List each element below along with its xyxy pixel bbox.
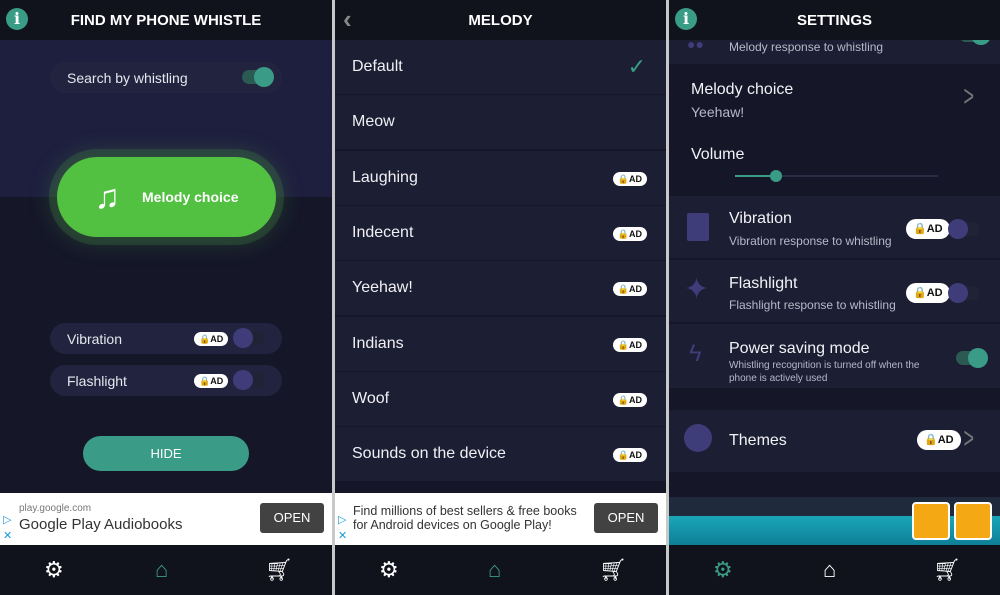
melody-label: Laughing — [352, 168, 418, 186]
melody-label: Sounds on the device — [352, 445, 506, 463]
melody-label: Meow — [352, 113, 395, 131]
page-title: SETTINGS — [796, 11, 872, 29]
vibration-toggle[interactable] — [948, 219, 980, 239]
home-icon[interactable]: ⌂ — [823, 557, 836, 583]
melody-item[interactable]: Default ✓ — [335, 40, 666, 94]
music-note-icon: ♫ — [94, 177, 121, 216]
sparkle-icon: ✦ — [684, 273, 710, 306]
melody-label: Indians — [352, 334, 404, 352]
flashlight-toggle[interactable] — [948, 283, 980, 303]
ad-open-button[interactable]: OPEN — [594, 503, 658, 533]
settings-icon[interactable]: ⚙ — [713, 557, 733, 583]
ad-banner[interactable]: play.google.com Google Play Audiobooks ▷… — [0, 493, 332, 545]
ad-badge: 🔒AD — [906, 283, 950, 303]
ad-badge: 🔒AD — [612, 392, 647, 407]
vibration-row: Vibration Vibration response to whistling… — [669, 196, 1000, 258]
settings-icon[interactable]: ⚙ — [44, 557, 64, 583]
ad-badge: 🔒AD — [194, 374, 229, 388]
flashlight-row: ✦ Flashlight Flashlight response to whist… — [669, 260, 1000, 322]
bottom-nav: ⚙ ⌂ 🛒︎ — [0, 545, 332, 595]
check-icon: ✓ — [627, 54, 646, 79]
vibration-row: Vibration 🔒AD — [50, 323, 282, 354]
chevron-right-icon: > — [963, 422, 975, 455]
melody-label: Default — [352, 58, 403, 75]
home-screen: i FIND MY PHONE WHISTLE Search by whistli… — [0, 0, 332, 595]
adchoices-icon[interactable]: ▷ — [3, 513, 11, 526]
header: ‹ MELODY — [335, 0, 666, 40]
melody-item[interactable]: Indians 🔒AD — [335, 316, 666, 371]
back-icon[interactable]: ‹ — [343, 4, 352, 35]
themes-row[interactable]: Themes 🔒AD > — [669, 410, 1000, 472]
ad-close-icon[interactable]: ✕ — [338, 529, 347, 542]
vibration-icon — [687, 213, 709, 241]
search-by-whistling-row: Search by whistling — [50, 62, 282, 93]
bottom-nav: ⚙ ⌂ 🛒︎ — [335, 545, 666, 595]
settings-screen: ●● Melody response to whistling i SETTING… — [669, 0, 1000, 595]
ad-badge: 🔒AD — [906, 219, 950, 239]
adchoices-icon[interactable]: ▷ — [338, 513, 346, 526]
palette-icon — [684, 424, 712, 452]
melody-screen: ‹ MELODY Default ✓ Meow Laughing 🔒AD Indecent 🔒… — [335, 0, 666, 595]
ad-tile — [912, 502, 950, 540]
melody-choice-row[interactable]: Melody choice Yeehaw! > Volume — [669, 66, 1000, 194]
cart-icon[interactable]: 🛒︎ — [933, 557, 961, 583]
game-ad-banner[interactable] — [669, 497, 1000, 545]
cart-icon[interactable]: 🛒︎ — [599, 557, 627, 583]
home-icon[interactable]: ⌂ — [488, 557, 501, 583]
flashlight-toggle[interactable] — [233, 370, 265, 390]
search-label: Search by whistling — [67, 69, 188, 86]
ad-badge: 🔒AD — [612, 282, 647, 297]
volume-slider[interactable] — [735, 170, 938, 182]
lightning-icon: ϟ — [689, 340, 702, 367]
ad-close-icon[interactable]: ✕ — [3, 529, 12, 542]
cart-icon[interactable]: 🛒︎ — [265, 557, 293, 583]
hide-button[interactable]: HIDE — [83, 436, 249, 471]
chevron-right-icon: > — [963, 80, 975, 113]
flashlight-row: Flashlight 🔒AD — [50, 365, 282, 396]
melody-choice-button[interactable]: ♫ Melody choice — [57, 157, 276, 237]
power-saving-row: ϟ Power saving mode Whistling recognitio… — [669, 324, 1000, 388]
header: i SETTINGS — [669, 0, 1000, 40]
search-toggle[interactable] — [242, 67, 274, 87]
vibration-toggle[interactable] — [233, 328, 265, 348]
ad-badge: 🔒AD — [917, 430, 961, 450]
ad-open-button[interactable]: OPEN — [260, 503, 324, 533]
melody-item[interactable]: Meow — [335, 95, 666, 150]
ad-badge: 🔒AD — [612, 337, 647, 352]
home-icon[interactable]: ⌂ — [155, 557, 168, 583]
ad-badge: 🔒AD — [612, 171, 647, 186]
ad-banner[interactable]: Find millions of best sellers & free boo… — [335, 493, 666, 545]
ad-badge: 🔒AD — [612, 448, 647, 463]
ad-badge: 🔒AD — [194, 332, 229, 346]
header: i FIND MY PHONE WHISTLE — [0, 0, 332, 40]
melody-label: Yeehaw! — [352, 279, 413, 297]
melody-label: Indecent — [352, 223, 414, 241]
melody-item[interactable]: Sounds on the device 🔒AD — [335, 427, 666, 482]
bottom-nav: ⚙ ⌂ 🛒︎ — [669, 545, 1000, 595]
power-saving-toggle[interactable] — [956, 348, 988, 368]
info-icon[interactable]: i — [675, 8, 697, 30]
melody-item[interactable]: Laughing 🔒AD — [335, 150, 666, 205]
melody-item[interactable]: Woof 🔒AD — [335, 371, 666, 426]
info-icon[interactable]: i — [6, 8, 28, 30]
settings-icon[interactable]: ⚙ — [379, 557, 399, 583]
melody-item[interactable]: Yeehaw! 🔒AD — [335, 261, 666, 316]
page-title: FIND MY PHONE WHISTLE — [70, 11, 262, 29]
ad-badge: 🔒AD — [612, 226, 647, 241]
melody-label: Woof — [352, 389, 390, 407]
melody-item[interactable]: Indecent 🔒AD — [335, 205, 666, 260]
ad-tile — [954, 502, 992, 540]
page-title: MELODY — [468, 11, 533, 29]
